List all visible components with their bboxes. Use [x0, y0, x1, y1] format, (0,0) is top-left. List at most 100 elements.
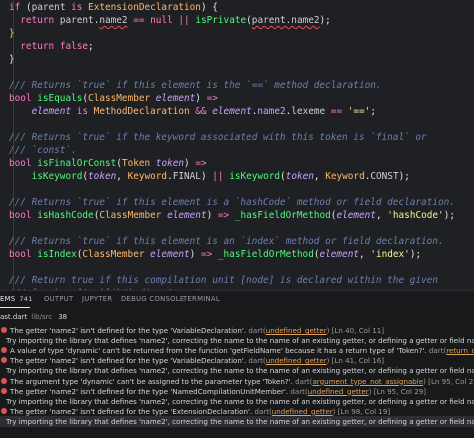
code-token: ,	[359, 249, 371, 260]
problem-location: [Ln 95, Col 22]	[428, 376, 474, 386]
code-line: }	[9, 53, 15, 66]
code-line: /// Returns `true` if the keyword associ…	[9, 131, 427, 144]
tab-problems[interactable]: EMS 741	[0, 295, 33, 303]
tab-output[interactable]: OUTPUT	[44, 295, 74, 303]
problem-code-link[interactable]: return_of_invalid_type	[446, 346, 474, 355]
code-token: parent	[59, 15, 94, 26]
code-token: if	[9, 2, 21, 13]
code-token: ) {	[200, 2, 218, 13]
code-line: bool isHashCode(ClassMember element) => …	[9, 209, 455, 222]
code-token: Keyword	[325, 171, 365, 182]
problem-source: dart	[290, 386, 305, 396]
problem-code-link[interactable]: undefined_getter	[308, 387, 369, 396]
problem-message: A value of type 'dynamic' can't be retur…	[10, 346, 427, 356]
code-token: ==	[127, 15, 151, 26]
code-token: ClassMember	[82, 249, 151, 260]
problem-source: dart	[428, 346, 444, 356]
code-token: }	[9, 54, 15, 65]
code-token: Token	[121, 158, 156, 169]
problems-panel: EMS 741 OUTPUT JUPYTER DEBUG CONSOLE TERM…	[0, 290, 474, 438]
code-token: element	[336, 210, 376, 221]
code-token: =>	[200, 249, 218, 260]
code-token: return	[9, 15, 60, 26]
code-token: lexeme	[291, 106, 331, 117]
code-token: /// Returns `true` if the keyword associ…	[9, 132, 427, 143]
problem-location: [Ln 41, Col 16]	[331, 356, 385, 366]
code-line: element is MethodDeclaration && element.…	[9, 105, 376, 118]
problem-message: The argument type 'dynamic' can't be ass…	[10, 376, 293, 386]
code-token: );	[409, 249, 422, 260]
problems-file-header[interactable]: ast.dart lib/src 38	[0, 311, 67, 323]
code-token: name2	[99, 15, 128, 26]
code-editor[interactable]: if (parent is ExtensionDeclaration) { re…	[0, 0, 474, 290]
code-token: 'hashCode'	[387, 210, 444, 221]
problem-code-link[interactable]: undefined_getter	[266, 326, 327, 335]
code-token: /// Return true if this compilation unit…	[9, 275, 438, 286]
tab-problems-label: EMS	[0, 295, 16, 303]
code-token: ,	[375, 210, 388, 221]
problem-message: The getter 'name2' isn't defined for the…	[10, 356, 247, 366]
code-token: bool	[9, 210, 38, 221]
code-token: _hasFieldOrMethod	[217, 249, 314, 260]
problem-code-link[interactable]: undefined_getter	[272, 407, 333, 416]
error-icon	[1, 327, 7, 333]
code-token: =>	[217, 210, 235, 221]
problem-code-link[interactable]: argument_type_not_assignable	[312, 377, 423, 386]
code-token: element	[319, 249, 360, 260]
file-name: ast.dart	[0, 313, 28, 321]
problem-hint-row[interactable]: Try importing the library that defines '…	[0, 415, 474, 427]
problem-hint-message: Try importing the library that defines '…	[6, 366, 474, 376]
code-line: /// `const`.	[9, 144, 77, 157]
code-token: ;	[370, 106, 376, 117]
code-line: isKeyword(token, Keyword.FINAL) || isKey…	[9, 170, 410, 183]
problem-location: [Ln 98, Col 19]	[337, 406, 391, 416]
problem-location: [Ln 95, Col 29]	[373, 386, 427, 396]
code-token: =>	[206, 93, 218, 104]
code-token: ||	[212, 171, 230, 182]
problem-location: [Ln 40, Col 11]	[331, 326, 385, 335]
code-token: name2	[257, 106, 286, 117]
code-token: Keyword	[127, 171, 168, 182]
tab-terminal[interactable]: TERMINAL	[183, 295, 220, 303]
code-token: ClassMember	[99, 210, 168, 221]
code-token: )	[184, 158, 196, 169]
code-token: FINAL	[172, 171, 201, 182]
code-token: token	[285, 171, 314, 182]
code-line: }	[9, 27, 15, 40]
tab-jupyter[interactable]: JUPYTER	[82, 295, 112, 303]
code-token: isHashCode	[37, 210, 94, 221]
code-token: );	[319, 15, 331, 26]
code-token: (	[20, 2, 32, 13]
code-token: bool	[9, 158, 38, 169]
code-token: );	[443, 210, 455, 221]
code-token: parent.name2	[251, 15, 320, 26]
code-line: bool isFinalOrConst(Token token) =>	[9, 157, 207, 170]
code-token: ExtensionDeclaration	[88, 2, 201, 13]
code-token: )	[206, 210, 218, 221]
code-token: MethodDeclaration	[93, 106, 196, 117]
code-token: isKeyword	[9, 171, 83, 182]
code-token: ==	[330, 106, 348, 117]
code-token: element	[9, 106, 77, 117]
tab-debug-console[interactable]: DEBUG CONSOLE	[121, 295, 184, 303]
code-token: parent	[31, 2, 72, 13]
code-token: element	[212, 106, 252, 117]
panel-tabs: EMS 741 OUTPUT JUPYTER DEBUG CONSOLE TERM…	[0, 291, 474, 309]
problem-code-link[interactable]: undefined_getter	[266, 356, 327, 365]
problem-message: The getter 'name2' isn't defined for the…	[10, 406, 253, 416]
code-line: bool isIndex(ClassMember element) => _ha…	[9, 248, 421, 261]
error-icon	[1, 347, 7, 354]
code-line: /// Returns `true` if this element is th…	[9, 79, 382, 92]
code-line: return parent.name2 == null || isPrivate…	[9, 14, 331, 27]
code-token: /// Returns `true` if this element is a …	[9, 197, 455, 208]
code-token: &&	[195, 106, 213, 117]
code-line: return false;	[9, 40, 93, 53]
code-token: ,	[313, 171, 326, 182]
code-token: CONST	[370, 171, 399, 182]
problem-source: dart	[295, 376, 310, 386]
problem-hint-message: Try importing the library that defines '…	[6, 416, 474, 426]
code-token: ||	[178, 15, 196, 26]
code-token: element	[155, 93, 196, 104]
code-token: 'index'	[370, 249, 410, 260]
code-token: bool	[9, 93, 38, 104]
